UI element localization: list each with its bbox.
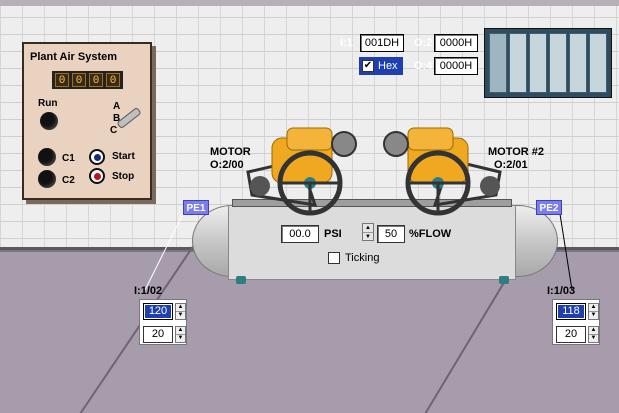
motor2-label: MOTOR #2 O:2/01 xyxy=(488,146,544,172)
ticking-label: Ticking xyxy=(345,252,380,264)
psi-label: PSI xyxy=(324,228,342,240)
pe2-address: I:1/03 xyxy=(547,285,576,297)
flow-up-icon[interactable]: ▲ xyxy=(363,224,373,233)
selector-label-c: C xyxy=(110,125,118,136)
motor1-address: O:2/00 xyxy=(210,159,244,171)
plc-module xyxy=(569,33,587,93)
pe2-value-down-icon[interactable]: ▼ xyxy=(589,312,598,319)
pe1-address: I:1/02 xyxy=(134,285,163,297)
motor1-title: MOTOR xyxy=(210,146,251,158)
counter-display: 0 0 0 0 xyxy=(52,71,123,89)
c1-label: C1 xyxy=(62,153,75,164)
pe1-value-group: 120 ▲ ▼ 20 ▲ ▼ xyxy=(139,299,187,345)
flow-down-icon[interactable]: ▼ xyxy=(363,233,373,241)
input-value-field[interactable]: 001DH xyxy=(360,34,404,52)
c2-label: C2 xyxy=(62,175,75,186)
plc-power-supply xyxy=(489,33,507,93)
pe1-setpoint-field[interactable]: 20 xyxy=(143,326,173,343)
hex-checkbox-mark: ✔ xyxy=(362,60,374,72)
output2-label: O:2 xyxy=(414,37,433,49)
tank-foot xyxy=(236,276,246,284)
pe2-value-field[interactable]: 118 xyxy=(556,303,586,320)
counter-digit: 0 xyxy=(89,73,103,87)
start-label: Start xyxy=(112,151,135,162)
stop-button-cap xyxy=(93,172,101,180)
pe2-setpoint-field[interactable]: 20 xyxy=(556,326,586,343)
pe2-value-group: 118 ▲ ▼ 20 ▲ ▼ xyxy=(552,299,600,345)
c2-indicator-lamp xyxy=(38,170,56,188)
pe2-setpoint-down-icon[interactable]: ▼ xyxy=(589,335,598,342)
counter-digit: 0 xyxy=(106,73,120,87)
counter-digit: 0 xyxy=(55,73,69,87)
flow-label: %FLOW xyxy=(409,228,452,240)
stop-button[interactable] xyxy=(89,168,105,184)
input-label: I:1 xyxy=(340,37,353,49)
hex-checkbox[interactable]: ✔ Hex xyxy=(359,57,403,75)
motor1-label: MOTOR O:2/00 xyxy=(210,146,251,172)
pe2-sensor-tag[interactable]: PE2 xyxy=(536,200,562,215)
motor-skid xyxy=(232,199,512,207)
run-label: Run xyxy=(38,98,58,109)
plc-module xyxy=(589,33,607,93)
pe2-value-spinner[interactable]: ▲ ▼ xyxy=(588,303,599,320)
panel-title: Plant Air System xyxy=(30,51,118,63)
pe1-value-down-icon[interactable]: ▼ xyxy=(176,312,185,319)
selector-label-a: A xyxy=(113,101,121,112)
pe1-setpoint-down-icon[interactable]: ▼ xyxy=(176,335,185,342)
tank-foot xyxy=(499,276,509,284)
start-button-cap xyxy=(93,153,101,161)
pe1-sensor-tag[interactable]: PE1 xyxy=(183,200,209,215)
pe1-value-field[interactable]: 120 xyxy=(143,303,173,320)
compressor-cabinet xyxy=(228,205,516,280)
pe1-value-spinner[interactable]: ▲ ▼ xyxy=(175,303,186,320)
run-indicator-lamp xyxy=(40,112,58,130)
output4-label: O:4 xyxy=(414,60,433,72)
c1-indicator-lamp xyxy=(38,148,56,166)
ticking-checkbox-box xyxy=(328,252,340,264)
counter-digit: 0 xyxy=(72,73,86,87)
psi-value-field[interactable]: 00.0 xyxy=(281,225,319,243)
plc-module xyxy=(509,33,527,93)
pe1-setpoint-up-icon[interactable]: ▲ xyxy=(176,327,185,335)
motor2-address: O:2/01 xyxy=(494,159,528,171)
pe2-setpoint-up-icon[interactable]: ▲ xyxy=(589,327,598,335)
selector-label-b: B xyxy=(113,113,121,124)
plc-module xyxy=(529,33,547,93)
hex-label: Hex xyxy=(378,60,398,72)
motor2-title: MOTOR #2 xyxy=(488,146,545,158)
stop-label: Stop xyxy=(112,171,135,182)
pe2-value-up-icon[interactable]: ▲ xyxy=(589,304,598,312)
start-button[interactable] xyxy=(89,149,105,165)
ticking-checkbox[interactable]: Ticking xyxy=(328,252,379,264)
flow-spinner[interactable]: ▲ ▼ xyxy=(362,223,374,241)
pe1-value-up-icon[interactable]: ▲ xyxy=(176,304,185,312)
output2-value-field[interactable]: 0000H xyxy=(434,34,478,52)
plc-rack xyxy=(484,28,612,98)
pe1-setpoint-spinner[interactable]: ▲ ▼ xyxy=(175,326,186,343)
output4-value-field[interactable]: 0000H xyxy=(434,57,478,75)
plant-air-control-panel: Plant Air System 0 0 0 0 Run A B C C1 C2… xyxy=(22,42,152,200)
flow-value-field[interactable]: 50 xyxy=(377,225,405,243)
pe2-setpoint-spinner[interactable]: ▲ ▼ xyxy=(588,326,599,343)
ceiling-strip xyxy=(0,0,619,6)
plc-module xyxy=(549,33,567,93)
